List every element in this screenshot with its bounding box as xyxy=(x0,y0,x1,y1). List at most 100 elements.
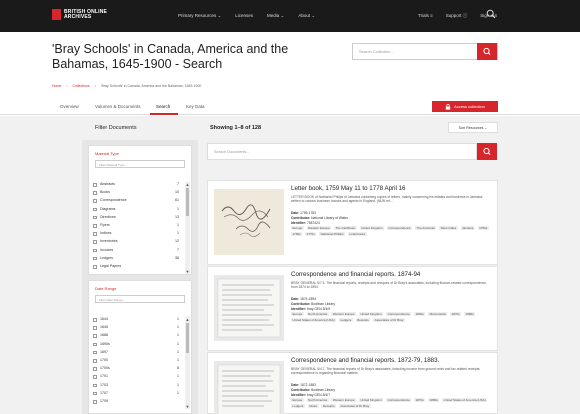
subject-tag[interactable]: United Kingdom xyxy=(358,398,384,402)
subject-tag[interactable]: Correspondence xyxy=(386,398,412,402)
subject-tag[interactable]: The Caribbean xyxy=(334,226,357,230)
checkbox[interactable] xyxy=(93,350,97,355)
subject-tag[interactable]: Europe xyxy=(291,312,304,316)
subject-tag[interactable]: 1880s xyxy=(428,398,440,402)
checkbox[interactable] xyxy=(93,256,97,261)
checkbox[interactable] xyxy=(93,391,97,396)
subject-tag[interactable]: 1770s xyxy=(305,231,317,236)
checkbox[interactable] xyxy=(93,240,97,244)
tab-overview[interactable]: Overview xyxy=(60,104,79,109)
subject-tag[interactable]: West Indies xyxy=(439,226,458,230)
subject-tag[interactable]: Jamaica xyxy=(460,226,475,230)
checkbox[interactable] xyxy=(93,199,97,203)
checkbox[interactable] xyxy=(93,334,97,338)
checkbox[interactable] xyxy=(93,207,97,212)
subject-tag[interactable]: Ledgers xyxy=(338,317,353,322)
tab-search[interactable]: Search xyxy=(156,104,170,109)
nav-licenses[interactable]: Licenses xyxy=(235,13,253,19)
facet-option[interactable]: Diagrams 1 xyxy=(93,207,183,214)
facet-option[interactable]: 1707 1 xyxy=(93,391,183,398)
tab-key-data[interactable]: Key Data xyxy=(186,104,205,109)
checkbox[interactable] xyxy=(93,383,97,388)
document-search-button[interactable] xyxy=(477,143,497,160)
checkbox[interactable] xyxy=(93,248,97,253)
subject-tag[interactable]: United States of America (USA) xyxy=(442,398,488,402)
subject-tag[interactable]: Nathaniel Phillips xyxy=(319,231,346,236)
facet-option[interactable]: Ledgers 36 xyxy=(93,256,183,263)
checkbox[interactable] xyxy=(93,224,97,228)
checkbox[interactable] xyxy=(93,367,97,371)
subject-tag[interactable]: 1870s xyxy=(414,398,426,402)
subject-tag[interactable]: Correspondence xyxy=(386,312,412,316)
checkbox[interactable] xyxy=(93,265,97,269)
result-card[interactable]: Correspondence and financial reports. 18… xyxy=(207,266,498,351)
checkbox[interactable] xyxy=(93,232,97,236)
subject-tag[interactable]: Receipts xyxy=(321,403,337,408)
scroll-up-icon[interactable]: ▲ xyxy=(185,317,190,322)
subject-tag[interactable]: Memoranda xyxy=(428,312,448,316)
checkbox[interactable] xyxy=(93,318,97,322)
facet-option[interactable]: Books 10 xyxy=(93,190,183,197)
result-title[interactable]: Letter book, 1759 May 11 to 1778 April 1… xyxy=(291,185,496,192)
collection-search-button[interactable] xyxy=(477,43,497,60)
scroll-up-icon[interactable]: ▲ xyxy=(185,182,190,187)
facet-option[interactable]: 1700 1 xyxy=(93,358,183,365)
subject-tag[interactable]: North America xyxy=(306,398,329,402)
subject-tag[interactable]: Correspondence xyxy=(386,226,413,230)
subject-tag[interactable]: Letterbooks xyxy=(347,231,367,236)
facet-option[interactable]: 1709 xyxy=(93,399,183,406)
site-logo[interactable]: BRITISH ONLINE ARCHIVES xyxy=(52,9,107,20)
sort-resources-dropdown[interactable]: Sort Resources ⌄ xyxy=(448,122,498,133)
checkbox[interactable] xyxy=(93,215,97,220)
facet-option[interactable]: Inventories 12 xyxy=(93,239,183,246)
access-collection-button[interactable]: Access collection xyxy=(432,101,498,112)
checkbox[interactable] xyxy=(93,359,97,363)
subject-tag[interactable]: 1750s xyxy=(477,226,489,230)
subject-tag[interactable]: Notes xyxy=(307,403,319,408)
result-title[interactable]: Correspondence and financial reports. 18… xyxy=(291,357,496,364)
subject-tag[interactable]: 1760s xyxy=(291,231,303,236)
checkbox[interactable] xyxy=(93,191,97,195)
scroll-down-icon[interactable]: ▼ xyxy=(185,269,190,274)
search-icon[interactable] xyxy=(486,9,496,19)
subject-tag[interactable]: 1870s xyxy=(449,312,462,316)
subject-tag[interactable]: Associates of Dr Bray xyxy=(338,403,371,408)
checkbox[interactable] xyxy=(93,326,97,330)
breadcrumb-collections[interactable]: Collections xyxy=(73,84,90,88)
nav-primary-resources[interactable]: Primary Resources ⌄ xyxy=(178,13,221,19)
facet-option[interactable]: 1690s 1 xyxy=(93,342,183,349)
facet-option[interactable]: 1697 1 xyxy=(93,350,183,357)
facet-option[interactable]: Correspondence 61 xyxy=(93,198,183,205)
scroll-down-icon[interactable]: ▼ xyxy=(185,404,190,409)
result-card[interactable]: Correspondence and financial reports. 18… xyxy=(207,352,498,414)
subject-tag[interactable]: Europe xyxy=(291,226,304,230)
document-thumbnail[interactable] xyxy=(214,189,284,255)
subject-tag[interactable]: Western Europe xyxy=(331,398,357,402)
date-range-scrollbar[interactable]: ▲ ▼ xyxy=(185,317,190,409)
material-type-filter-input[interactable]: Filter Material Type... xyxy=(95,160,185,168)
checkbox[interactable] xyxy=(93,342,97,347)
facet-option[interactable]: Flyers 1 xyxy=(93,223,183,230)
document-thumbnail[interactable] xyxy=(214,275,284,341)
subject-tag[interactable]: Associates of Dr Bray xyxy=(373,317,405,322)
subject-tag[interactable]: 1890s xyxy=(414,312,426,316)
subject-tag[interactable]: Receipts xyxy=(355,317,371,322)
facet-option[interactable]: 1645 1 xyxy=(93,325,183,332)
nav-media[interactable]: Media ⌄ xyxy=(267,13,284,19)
facet-option[interactable]: 1701 1 xyxy=(93,374,183,381)
facet-option[interactable]: 1700s 8 xyxy=(93,366,183,373)
subject-tag[interactable]: The Americas xyxy=(414,226,437,230)
subject-tag[interactable]: United Kingdom xyxy=(358,312,384,316)
scroll-thumb[interactable] xyxy=(186,323,189,353)
nav-trials[interactable]: Trials ≡ xyxy=(418,13,433,19)
scroll-thumb[interactable] xyxy=(186,188,189,216)
subject-tag[interactable]: Ledgers xyxy=(291,403,305,408)
date-range-filter-input[interactable]: Filter Date Range... xyxy=(95,295,185,303)
subject-tag[interactable]: United Kingdom xyxy=(359,226,385,230)
breadcrumb-home[interactable]: Home xyxy=(52,84,61,88)
checkbox[interactable] xyxy=(93,183,97,187)
tab-volumes-documents[interactable]: Volumes & Documents xyxy=(95,104,141,109)
facet-option[interactable]: Indices 1 xyxy=(93,231,183,238)
facet-option[interactable]: Invoices 7 xyxy=(93,248,183,255)
subject-tag[interactable]: North America xyxy=(306,312,329,316)
